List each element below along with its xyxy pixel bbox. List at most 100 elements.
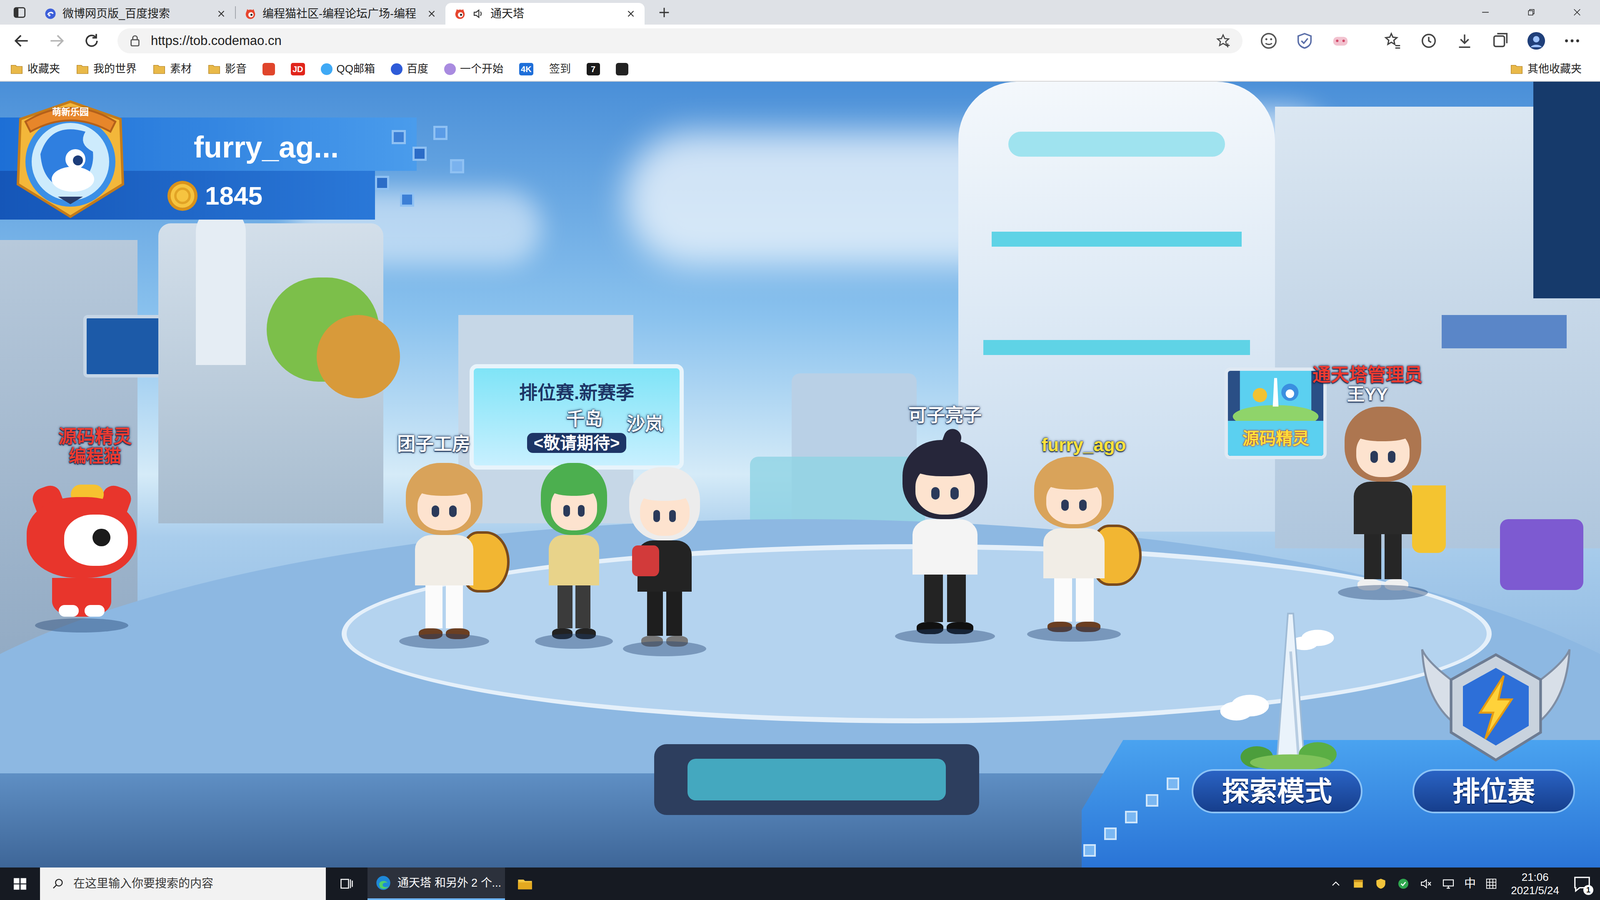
bookmark-item[interactable]: 一个开始 bbox=[444, 60, 504, 78]
new-tab-icon[interactable] bbox=[657, 5, 672, 20]
character-subtitle: 王YY bbox=[1347, 385, 1388, 405]
bookmark-icon bbox=[615, 62, 629, 76]
button-label: 探索模式 bbox=[1222, 776, 1333, 807]
character-figure[interactable] bbox=[1326, 406, 1440, 595]
bangs bbox=[415, 478, 474, 496]
lock-icon[interactable] bbox=[128, 34, 142, 48]
character-label: 通天塔管理员王YY bbox=[1312, 365, 1423, 405]
codemao-icon bbox=[244, 7, 257, 20]
start-button[interactable] bbox=[0, 867, 40, 900]
bookmark-item[interactable] bbox=[262, 62, 275, 76]
tray-check-icon[interactable] bbox=[1396, 877, 1410, 891]
browser-tab[interactable]: 微博网页版_百度搜索 bbox=[35, 2, 235, 25]
tab-actions-icon[interactable] bbox=[12, 5, 27, 20]
downloads-icon[interactable] bbox=[1455, 31, 1475, 51]
volume-muted-icon[interactable] bbox=[1419, 877, 1433, 891]
browser-tab[interactable]: 通天塔 bbox=[445, 2, 645, 25]
edge-icon bbox=[375, 874, 392, 892]
site-icon bbox=[320, 63, 333, 75]
character-figure[interactable] bbox=[882, 440, 1008, 638]
security-shield-icon[interactable] bbox=[1374, 877, 1388, 891]
taskbar-search[interactable] bbox=[40, 867, 326, 900]
clock[interactable]: 21:062021/5/24 bbox=[1506, 870, 1564, 898]
taskbar-app-explorer[interactable] bbox=[505, 867, 545, 900]
close-icon[interactable] bbox=[215, 8, 227, 20]
other-bookmarks[interactable]: 其他收藏夹 bbox=[1510, 60, 1582, 78]
bookmark-item[interactable]: 我的世界 bbox=[75, 60, 137, 78]
character-legs bbox=[920, 574, 970, 623]
more-menu-icon[interactable] bbox=[1562, 31, 1582, 51]
search-input[interactable] bbox=[73, 875, 315, 893]
chevron-up-icon[interactable] bbox=[1329, 877, 1343, 891]
figure-shadow bbox=[1027, 626, 1121, 642]
url-field[interactable]: https://tob.codemao.cn bbox=[117, 28, 1243, 54]
input-method-indicator[interactable]: 中 bbox=[1464, 875, 1476, 893]
history-icon[interactable] bbox=[1419, 31, 1439, 51]
notification-count: 1 bbox=[1583, 885, 1594, 895]
character-figure[interactable] bbox=[525, 462, 623, 643]
refresh-icon[interactable] bbox=[82, 31, 101, 50]
add-favorite-icon[interactable] bbox=[1215, 32, 1232, 49]
notification-center-button[interactable]: 1 bbox=[1572, 874, 1592, 894]
bookmark-item[interactable]: 7 bbox=[586, 62, 600, 76]
tower-ring bbox=[1008, 131, 1225, 157]
cat-eye bbox=[92, 528, 110, 547]
explore-mode-button[interactable]: 探索模式 bbox=[1191, 769, 1363, 814]
site-icon bbox=[444, 63, 456, 75]
speaker-icon[interactable] bbox=[472, 7, 485, 20]
close-icon[interactable] bbox=[625, 8, 637, 20]
back-icon[interactable] bbox=[12, 31, 31, 50]
bookmark-item[interactable]: 影音 bbox=[207, 60, 247, 78]
close-icon[interactable] bbox=[426, 8, 438, 20]
character-figure[interactable] bbox=[1015, 456, 1133, 636]
favorites-icon[interactable] bbox=[1383, 31, 1403, 51]
network-icon[interactable] bbox=[1441, 877, 1455, 891]
character-name: 团子工房 bbox=[397, 434, 471, 455]
character-head bbox=[629, 467, 700, 541]
pixel-square bbox=[1145, 794, 1159, 807]
tab-label: 编程猫社区-编程论坛广场-编程 bbox=[262, 5, 417, 23]
character-head bbox=[1034, 456, 1114, 529]
character-figure[interactable] bbox=[20, 490, 143, 628]
character-figure[interactable] bbox=[387, 462, 501, 643]
bookmark-item[interactable]: JD bbox=[290, 62, 305, 76]
close-window-icon[interactable] bbox=[1554, 0, 1600, 25]
tray-app-icon[interactable] bbox=[1351, 877, 1365, 891]
bookmark-item[interactable]: 收藏夹 bbox=[10, 60, 60, 78]
character-name: 可子亮子 bbox=[908, 405, 982, 426]
player-avatar[interactable]: 萌新乐园 bbox=[5, 94, 135, 220]
folder-icon bbox=[75, 62, 90, 76]
profile-avatar-icon[interactable] bbox=[1526, 31, 1546, 51]
bookmark-item[interactable]: 4K bbox=[519, 62, 534, 76]
folder-icon bbox=[1510, 62, 1524, 76]
leg bbox=[947, 574, 967, 623]
bookmark-item[interactable]: QQ邮箱 bbox=[320, 60, 375, 78]
character-head bbox=[902, 440, 988, 520]
extension-gamepad-icon[interactable] bbox=[1330, 31, 1350, 51]
folder-icon bbox=[207, 62, 221, 76]
bookmark-item[interactable]: 签到 bbox=[549, 60, 571, 78]
bookmark-item[interactable]: 百度 bbox=[390, 60, 429, 78]
taskbar-app-edge[interactable]: 通天塔 和另外 2 个... bbox=[367, 867, 505, 900]
bookmark-item[interactable] bbox=[615, 62, 629, 76]
restore-icon[interactable] bbox=[1508, 0, 1555, 25]
system-tray: 中 21:062021/5/24 1 bbox=[1329, 867, 1600, 900]
game-scene[interactable]: 萌新乐园furry_ag...1845排位赛.新赛季<敬请期待>源码精灵源码精灵… bbox=[0, 81, 1600, 868]
browser-tab[interactable]: 编程猫社区-编程论坛广场-编程 bbox=[235, 2, 446, 25]
eye bbox=[1387, 450, 1396, 463]
weibo-icon bbox=[44, 7, 57, 20]
side-billboard[interactable]: 源码精灵 bbox=[1224, 367, 1327, 460]
input-mode-grid-icon[interactable] bbox=[1485, 877, 1498, 890]
eye bbox=[1370, 450, 1378, 463]
leg bbox=[1054, 578, 1073, 622]
bookmark-item[interactable]: 素材 bbox=[152, 60, 192, 78]
character-figure[interactable] bbox=[612, 467, 717, 651]
bookmark-label: 签到 bbox=[549, 60, 571, 78]
pixel-square bbox=[1104, 827, 1117, 840]
ranked-button[interactable]: 排位赛 bbox=[1412, 769, 1575, 814]
extension-face-icon[interactable] bbox=[1259, 31, 1279, 51]
collections-icon[interactable] bbox=[1490, 31, 1510, 51]
extension-shield-icon[interactable] bbox=[1295, 31, 1315, 51]
task-view-button[interactable] bbox=[325, 867, 368, 900]
minimize-icon[interactable] bbox=[1462, 0, 1509, 25]
